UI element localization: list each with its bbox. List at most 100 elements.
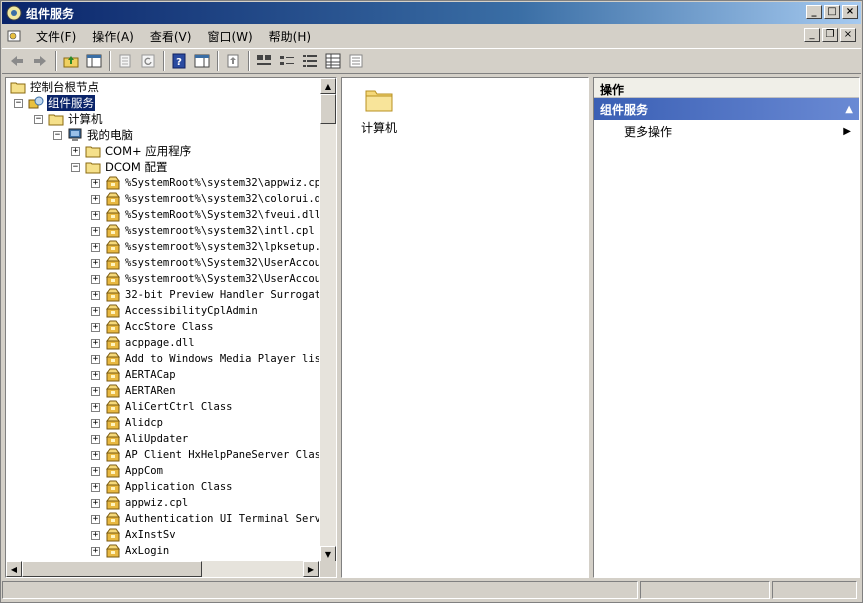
scroll-thumb[interactable] — [320, 94, 336, 124]
dcom-app-item[interactable]: + AP Client HxHelpPaneServer Class — [91, 447, 319, 463]
collapse-toggle[interactable]: − — [71, 162, 80, 172]
result-pane[interactable]: 计算机 — [341, 77, 589, 578]
expand-toggle[interactable]: + — [91, 402, 100, 412]
dcom-app-item[interactable]: + acppage.dll — [91, 335, 196, 351]
scroll-left-button[interactable]: ◀ — [6, 561, 22, 577]
show-hide-action-pane-button[interactable] — [191, 50, 213, 72]
show-hide-tree-button[interactable] — [83, 50, 105, 72]
collapse-toggle[interactable]: − — [34, 114, 43, 124]
dcom-app-item[interactable]: + AccessibilityCplAdmin — [91, 303, 259, 319]
expand-toggle[interactable]: + — [91, 546, 100, 556]
mdi-window-icon[interactable] — [6, 27, 24, 45]
expand-toggle[interactable]: + — [91, 418, 100, 428]
export-list-button[interactable] — [222, 50, 244, 72]
dcom-app-item[interactable]: + %systemroot%\system32\intl.cpl — [91, 223, 316, 239]
refresh-button[interactable] — [137, 50, 159, 72]
child-restore-button[interactable]: ❐ — [822, 28, 838, 42]
tree-node-my-computer[interactable]: − 我的电脑 — [53, 127, 134, 143]
expand-toggle[interactable]: + — [91, 370, 100, 380]
dcom-app-item[interactable]: + %systemroot%\system32\colorui.dll — [91, 191, 319, 207]
close-button[interactable]: × — [842, 5, 858, 19]
computers-item[interactable]: 计算机 — [354, 84, 404, 136]
large-icons-button[interactable] — [253, 50, 275, 72]
expand-toggle[interactable]: + — [91, 290, 100, 300]
dcom-app-item[interactable]: + AxLogin — [91, 543, 170, 559]
dcom-app-item[interactable]: + Authentication UI Terminal Services — [91, 511, 319, 527]
tree-node-com-plus[interactable]: + COM+ 应用程序 — [71, 143, 192, 159]
title-bar[interactable]: 组件服务 _ □ × — [2, 2, 861, 24]
tree-node-console-root[interactable]: 控制台根节点 — [10, 79, 100, 95]
menu-window[interactable]: 窗口(W) — [199, 26, 260, 47]
dcom-app-item[interactable]: + AppCom — [91, 463, 164, 479]
description-bar-button[interactable] — [345, 50, 367, 72]
more-actions-item[interactable]: 更多操作 ▶ — [594, 120, 859, 142]
tree-node-component-services[interactable]: − 组件服务 — [14, 95, 95, 111]
scroll-up-button[interactable]: ▲ — [320, 78, 336, 94]
expand-toggle[interactable]: + — [91, 210, 100, 220]
child-close-button[interactable]: × — [840, 28, 856, 42]
dcom-app-item[interactable]: +32-bit Preview Handler Surrogate — [91, 287, 319, 303]
expand-toggle[interactable]: + — [91, 498, 100, 508]
dcom-app-item[interactable]: + AccStore Class — [91, 319, 215, 335]
dcom-app-item[interactable]: + %systemroot%\System32\UserAccountContro… — [91, 255, 319, 271]
expand-toggle[interactable]: + — [91, 178, 100, 188]
forward-button[interactable] — [29, 50, 51, 72]
dcom-app-item[interactable]: + AERTARen — [91, 383, 177, 399]
menu-action[interactable]: 操作(A) — [84, 26, 142, 47]
tree-vertical-scrollbar[interactable]: ▲ ▼ — [320, 78, 336, 562]
collapse-toggle[interactable]: − — [14, 98, 23, 108]
scroll-down-button[interactable]: ▼ — [320, 546, 336, 562]
expand-toggle[interactable]: + — [71, 146, 80, 156]
dcom-app-item[interactable]: + AliCertCtrl Class — [91, 399, 233, 415]
dcom-app-item[interactable]: + appwiz.cpl — [91, 495, 189, 511]
tree-horizontal-scrollbar[interactable]: ◀ ▶ — [6, 561, 319, 577]
expand-toggle[interactable]: + — [91, 274, 100, 284]
tree-node-dcom-config[interactable]: − DCOM 配置 — [71, 159, 169, 175]
expand-toggle[interactable]: + — [91, 226, 100, 236]
package-icon — [106, 384, 120, 398]
menu-file[interactable]: 文件(F) — [28, 26, 84, 47]
expand-toggle[interactable]: + — [91, 306, 100, 316]
dcom-app-item[interactable]: + Alidcp — [91, 415, 164, 431]
minimize-button[interactable]: _ — [806, 5, 822, 19]
small-icons-button[interactable] — [276, 50, 298, 72]
expand-toggle[interactable]: + — [91, 322, 100, 332]
dcom-app-item[interactable]: + AERTACap — [91, 367, 177, 383]
detail-view-button[interactable] — [322, 50, 344, 72]
dcom-app-item[interactable]: + %SystemRoot%\System32\fveui.dll — [91, 207, 319, 223]
expand-toggle[interactable]: + — [91, 354, 100, 364]
expand-toggle[interactable]: + — [91, 514, 100, 524]
menu-view[interactable]: 查看(V) — [142, 26, 200, 47]
console-tree-pane[interactable]: 控制台根节点 − 组件服务 − 计算机 − 我的电脑 + COM+ 应用程序 −… — [5, 77, 337, 578]
expand-toggle[interactable]: + — [91, 242, 100, 252]
scroll-thumb[interactable] — [22, 561, 202, 577]
tree-node-computers[interactable]: − 计算机 — [34, 111, 104, 127]
back-button[interactable] — [6, 50, 28, 72]
list-view-button[interactable] — [299, 50, 321, 72]
expand-toggle[interactable]: + — [91, 194, 100, 204]
child-minimize-button[interactable]: _ — [804, 28, 820, 42]
expand-toggle[interactable]: + — [91, 386, 100, 396]
dcom-app-item[interactable]: + %systemroot%\System32\UserAccountContro… — [91, 271, 319, 287]
dcom-app-item[interactable]: + %SystemRoot%\system32\appwiz.cpl — [91, 175, 319, 191]
expand-toggle[interactable]: + — [91, 482, 100, 492]
actions-section-header[interactable]: 组件服务 ▲ — [594, 98, 859, 120]
dcom-app-item[interactable]: + Application Class — [91, 479, 233, 495]
expand-toggle[interactable]: + — [91, 434, 100, 444]
menu-help[interactable]: 帮助(H) — [261, 26, 319, 47]
dcom-app-item[interactable]: + Add to Windows Media Player list — [91, 351, 319, 367]
scroll-right-button[interactable]: ▶ — [303, 561, 319, 577]
expand-toggle[interactable]: + — [91, 338, 100, 348]
collapse-toggle[interactable]: − — [53, 130, 62, 140]
help-button[interactable]: ? — [168, 50, 190, 72]
expand-toggle[interactable]: + — [91, 450, 100, 460]
expand-toggle[interactable]: + — [91, 530, 100, 540]
dcom-app-item[interactable]: + AxInstSv — [91, 527, 177, 543]
dcom-app-item[interactable]: + %systemroot%\system32\lpksetup.exe — [91, 239, 319, 255]
up-level-button[interactable] — [60, 50, 82, 72]
properties-button[interactable] — [114, 50, 136, 72]
maximize-button[interactable]: □ — [824, 5, 840, 19]
dcom-app-item[interactable]: + AliUpdater — [91, 431, 189, 447]
expand-toggle[interactable]: + — [91, 466, 100, 476]
expand-toggle[interactable]: + — [91, 258, 100, 268]
